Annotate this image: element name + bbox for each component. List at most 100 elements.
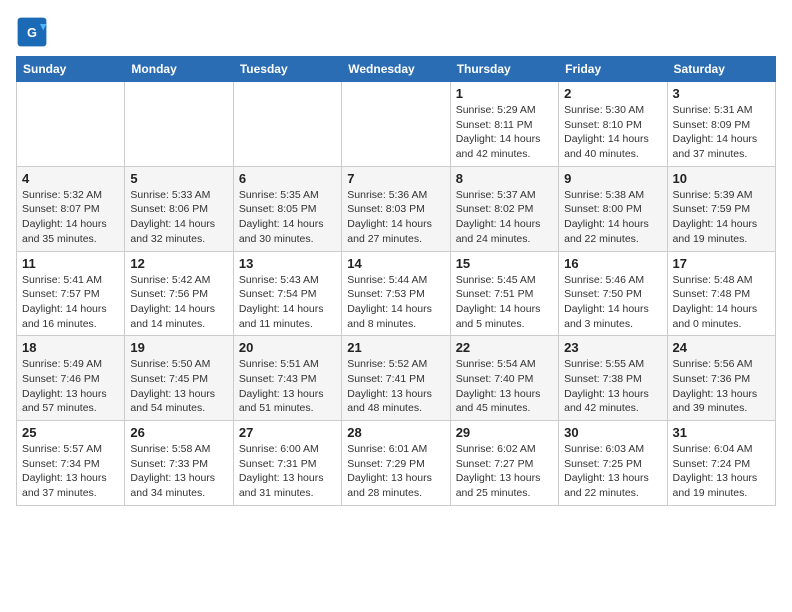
day-info: Sunrise: 5:45 AM Sunset: 7:51 PM Dayligh… [456,273,553,332]
calendar-cell: 31 Sunrise: 6:04 AM Sunset: 7:24 PM Dayli… [667,421,775,506]
day-number: 18 [22,340,119,355]
calendar-cell: 17 Sunrise: 5:48 AM Sunset: 7:48 PM Dayli… [667,251,775,336]
day-number: 7 [347,171,444,186]
day-number: 28 [347,425,444,440]
day-info: Sunrise: 6:00 AM Sunset: 7:31 PM Dayligh… [239,442,336,501]
day-number: 5 [130,171,227,186]
day-info: Sunrise: 5:49 AM Sunset: 7:46 PM Dayligh… [22,357,119,416]
day-number: 4 [22,171,119,186]
calendar-week-row: 4 Sunrise: 5:32 AM Sunset: 8:07 PM Daylig… [17,166,776,251]
calendar-table: SundayMondayTuesdayWednesdayThursdayFrid… [16,56,776,506]
day-number: 15 [456,256,553,271]
day-info: Sunrise: 5:32 AM Sunset: 8:07 PM Dayligh… [22,188,119,247]
day-number: 23 [564,340,661,355]
logo-icon: G [16,16,48,48]
day-info: Sunrise: 5:54 AM Sunset: 7:40 PM Dayligh… [456,357,553,416]
calendar-week-row: 18 Sunrise: 5:49 AM Sunset: 7:46 PM Dayli… [17,336,776,421]
day-number: 1 [456,86,553,101]
day-info: Sunrise: 5:31 AM Sunset: 8:09 PM Dayligh… [673,103,770,162]
day-number: 31 [673,425,770,440]
day-number: 19 [130,340,227,355]
calendar-cell: 4 Sunrise: 5:32 AM Sunset: 8:07 PM Daylig… [17,166,125,251]
day-info: Sunrise: 5:48 AM Sunset: 7:48 PM Dayligh… [673,273,770,332]
day-info: Sunrise: 5:42 AM Sunset: 7:56 PM Dayligh… [130,273,227,332]
calendar-cell: 11Sunrise: 5:41 AM Sunset: 7:57 PM Dayli… [17,251,125,336]
day-number: 30 [564,425,661,440]
day-header-wednesday: Wednesday [342,57,450,82]
day-info: Sunrise: 5:36 AM Sunset: 8:03 PM Dayligh… [347,188,444,247]
day-header-friday: Friday [559,57,667,82]
day-number: 21 [347,340,444,355]
day-info: Sunrise: 5:43 AM Sunset: 7:54 PM Dayligh… [239,273,336,332]
calendar-cell: 27 Sunrise: 6:00 AM Sunset: 7:31 PM Dayli… [233,421,341,506]
calendar-cell: 20Sunrise: 5:51 AM Sunset: 7:43 PM Dayli… [233,336,341,421]
day-number: 26 [130,425,227,440]
day-info: Sunrise: 5:38 AM Sunset: 8:00 PM Dayligh… [564,188,661,247]
day-number: 25 [22,425,119,440]
logo: G [16,16,52,48]
day-info: Sunrise: 5:39 AM Sunset: 7:59 PM Dayligh… [673,188,770,247]
calendar-cell: 7 Sunrise: 5:36 AM Sunset: 8:03 PM Daylig… [342,166,450,251]
calendar-cell: 14 Sunrise: 5:44 AM Sunset: 7:53 PM Dayli… [342,251,450,336]
day-number: 13 [239,256,336,271]
day-info: Sunrise: 6:01 AM Sunset: 7:29 PM Dayligh… [347,442,444,501]
day-header-sunday: Sunday [17,57,125,82]
day-info: Sunrise: 5:56 AM Sunset: 7:36 PM Dayligh… [673,357,770,416]
calendar-cell: 28 Sunrise: 6:01 AM Sunset: 7:29 PM Dayli… [342,421,450,506]
calendar-week-row: 11Sunrise: 5:41 AM Sunset: 7:57 PM Dayli… [17,251,776,336]
calendar-cell: 2 Sunrise: 5:30 AM Sunset: 8:10 PM Daylig… [559,82,667,167]
day-info: Sunrise: 5:50 AM Sunset: 7:45 PM Dayligh… [130,357,227,416]
calendar-cell: 16Sunrise: 5:46 AM Sunset: 7:50 PM Dayli… [559,251,667,336]
day-number: 24 [673,340,770,355]
day-info: Sunrise: 5:37 AM Sunset: 8:02 PM Dayligh… [456,188,553,247]
day-number: 10 [673,171,770,186]
day-info: Sunrise: 5:55 AM Sunset: 7:38 PM Dayligh… [564,357,661,416]
calendar-cell: 15 Sunrise: 5:45 AM Sunset: 7:51 PM Dayli… [450,251,558,336]
calendar-cell: 12 Sunrise: 5:42 AM Sunset: 7:56 PM Dayli… [125,251,233,336]
calendar-cell: 9 Sunrise: 5:38 AM Sunset: 8:00 PM Daylig… [559,166,667,251]
calendar-cell: 13 Sunrise: 5:43 AM Sunset: 7:54 PM Dayli… [233,251,341,336]
day-info: Sunrise: 5:30 AM Sunset: 8:10 PM Dayligh… [564,103,661,162]
day-info: Sunrise: 5:58 AM Sunset: 7:33 PM Dayligh… [130,442,227,501]
calendar-week-row: 25Sunrise: 5:57 AM Sunset: 7:34 PM Dayli… [17,421,776,506]
calendar-cell: 24 Sunrise: 5:56 AM Sunset: 7:36 PM Dayli… [667,336,775,421]
day-info: Sunrise: 5:52 AM Sunset: 7:41 PM Dayligh… [347,357,444,416]
day-number: 9 [564,171,661,186]
calendar-cell: 3Sunrise: 5:31 AM Sunset: 8:09 PM Daylig… [667,82,775,167]
day-number: 8 [456,171,553,186]
day-number: 20 [239,340,336,355]
day-number: 22 [456,340,553,355]
day-number: 14 [347,256,444,271]
day-info: Sunrise: 5:46 AM Sunset: 7:50 PM Dayligh… [564,273,661,332]
day-number: 6 [239,171,336,186]
calendar-cell: 1 Sunrise: 5:29 AM Sunset: 8:11 PM Daylig… [450,82,558,167]
calendar-week-row: 1 Sunrise: 5:29 AM Sunset: 8:11 PM Daylig… [17,82,776,167]
calendar-cell: 26 Sunrise: 5:58 AM Sunset: 7:33 PM Dayli… [125,421,233,506]
page-header: G [16,16,776,48]
day-number: 2 [564,86,661,101]
day-header-tuesday: Tuesday [233,57,341,82]
svg-text:G: G [27,25,37,40]
calendar-header-row: SundayMondayTuesdayWednesdayThursdayFrid… [17,57,776,82]
day-header-saturday: Saturday [667,57,775,82]
calendar-cell [17,82,125,167]
calendar-cell: 22 Sunrise: 5:54 AM Sunset: 7:40 PM Dayli… [450,336,558,421]
day-info: Sunrise: 5:35 AM Sunset: 8:05 PM Dayligh… [239,188,336,247]
calendar-cell: 10 Sunrise: 5:39 AM Sunset: 7:59 PM Dayli… [667,166,775,251]
calendar-cell: 25Sunrise: 5:57 AM Sunset: 7:34 PM Dayli… [17,421,125,506]
calendar-cell: 8 Sunrise: 5:37 AM Sunset: 8:02 PM Daylig… [450,166,558,251]
calendar-cell: 21 Sunrise: 5:52 AM Sunset: 7:41 PM Dayli… [342,336,450,421]
day-number: 17 [673,256,770,271]
day-info: Sunrise: 5:44 AM Sunset: 7:53 PM Dayligh… [347,273,444,332]
day-header-monday: Monday [125,57,233,82]
day-info: Sunrise: 5:29 AM Sunset: 8:11 PM Dayligh… [456,103,553,162]
day-number: 29 [456,425,553,440]
day-info: Sunrise: 6:04 AM Sunset: 7:24 PM Dayligh… [673,442,770,501]
calendar-cell: 29 Sunrise: 6:02 AM Sunset: 7:27 PM Dayli… [450,421,558,506]
calendar-cell [125,82,233,167]
calendar-cell: 19 Sunrise: 5:50 AM Sunset: 7:45 PM Dayli… [125,336,233,421]
day-number: 12 [130,256,227,271]
day-number: 27 [239,425,336,440]
calendar-cell: 6 Sunrise: 5:35 AM Sunset: 8:05 PM Daylig… [233,166,341,251]
day-info: Sunrise: 6:02 AM Sunset: 7:27 PM Dayligh… [456,442,553,501]
